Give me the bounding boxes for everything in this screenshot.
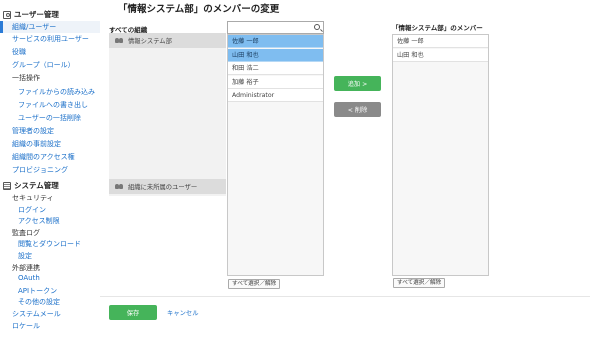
user-list-item[interactable]: 山田 和也 bbox=[228, 48, 323, 62]
sidebar-item[interactable]: システムメール bbox=[12, 309, 61, 319]
members-label: 「情報システム部」のメンバー bbox=[392, 24, 483, 32]
sidebar-item[interactable]: 組織の事前設定 bbox=[12, 139, 61, 149]
sidebar-item[interactable]: 管理者の設定 bbox=[12, 126, 54, 136]
user-list-panel: 佐藤 一郎 山田 和也 和田 浩二 加藤 裕子 Administrator bbox=[227, 34, 324, 276]
sidebar-item[interactable]: OAuth bbox=[18, 274, 40, 282]
sidebar-item[interactable]: ロケール bbox=[12, 321, 40, 331]
add-member-button[interactable]: 追加 > bbox=[334, 76, 381, 91]
sidebar-item: 監査ログ bbox=[12, 228, 40, 237]
sidebar-item[interactable]: ファイルへの書き出し bbox=[18, 100, 88, 110]
sidebar-item[interactable]: グループ（ロール） bbox=[12, 60, 75, 70]
user-list-item[interactable]: Administrator bbox=[228, 89, 323, 102]
remove-member-button[interactable]: < 削除 bbox=[334, 102, 381, 117]
org-item-info-system[interactable]: 情報システム部 bbox=[109, 33, 226, 48]
sidebar-item[interactable]: ログイン bbox=[18, 205, 46, 215]
user-list-item[interactable]: 加藤 裕子 bbox=[228, 75, 323, 89]
user-admin-icon bbox=[3, 10, 11, 19]
user-search-box[interactable] bbox=[227, 21, 324, 34]
sidebar-item: 外部連携 bbox=[12, 263, 40, 272]
sidebar-item[interactable]: APIトークン bbox=[18, 286, 57, 296]
group-icon bbox=[115, 183, 124, 190]
page-title: 「情報システム部」のメンバーの変更 bbox=[118, 4, 280, 15]
org-tree-panel: 情報システム部 組織に未所属のユーザー bbox=[109, 33, 226, 196]
sidebar-item[interactable]: ユーザーの一括削除 bbox=[18, 113, 81, 123]
members-select-all-button[interactable]: すべて選択／解除 bbox=[393, 278, 446, 288]
sidebar-item[interactable]: プロビジョニング bbox=[12, 165, 68, 175]
cancel-link[interactable]: キャンセル bbox=[167, 308, 198, 317]
sidebar-item[interactable]: アクセス制限 bbox=[18, 216, 60, 226]
footer-divider bbox=[100, 296, 590, 297]
member-list-panel: 佐藤 一郎 山田 和也 bbox=[392, 34, 489, 276]
users-select-all-button[interactable]: すべて選択／解除 bbox=[228, 279, 281, 289]
sidebar: ユーザー管理 組織/ユーザー サービスの利用ユーザー 役職グループ（ロール） 一括操作… bbox=[0, 0, 100, 338]
system-management-heading: システム管理 bbox=[3, 180, 59, 191]
group-icon bbox=[115, 37, 124, 44]
sidebar-item[interactable]: 役職 bbox=[12, 47, 26, 57]
user-list-item[interactable]: 和田 浩二 bbox=[228, 62, 323, 75]
system-admin-icon bbox=[3, 181, 11, 190]
sidebar-item[interactable]: 設定 bbox=[18, 251, 32, 261]
search-icon[interactable] bbox=[314, 24, 320, 30]
sidebar-item[interactable]: ファイルからの読み込み bbox=[18, 87, 95, 97]
sidebar-item[interactable]: その他の設定 bbox=[18, 297, 60, 307]
sidebar-item[interactable]: サービスの利用ユーザー bbox=[12, 34, 89, 44]
member-list-item[interactable]: 佐藤 一郎 bbox=[393, 35, 488, 48]
system-management-label: システム管理 bbox=[14, 181, 59, 190]
sidebar-item[interactable]: 組織/ユーザー bbox=[0, 21, 100, 33]
user-search-input[interactable] bbox=[228, 22, 312, 33]
sidebar-item[interactable]: 閲覧とダウンロード bbox=[18, 239, 81, 249]
user-list-item[interactable]: 佐藤 一郎 bbox=[228, 35, 323, 48]
org-item-label: 情報システム部 bbox=[128, 38, 172, 45]
save-button[interactable]: 保存 bbox=[109, 305, 157, 320]
org-item-unassigned[interactable]: 組織に未所属のユーザー bbox=[109, 179, 226, 194]
member-list-item[interactable]: 山田 和也 bbox=[393, 48, 488, 62]
sidebar-item: 一括操作 bbox=[12, 74, 40, 83]
sidebar-item[interactable]: 組織間のアクセス権 bbox=[12, 152, 75, 162]
org-item-label: 組織に未所属のユーザー bbox=[128, 184, 198, 191]
user-management-heading: ユーザー管理 bbox=[3, 9, 59, 20]
sidebar-item: セキュリティ bbox=[12, 194, 54, 202]
user-management-label: ユーザー管理 bbox=[14, 10, 59, 19]
